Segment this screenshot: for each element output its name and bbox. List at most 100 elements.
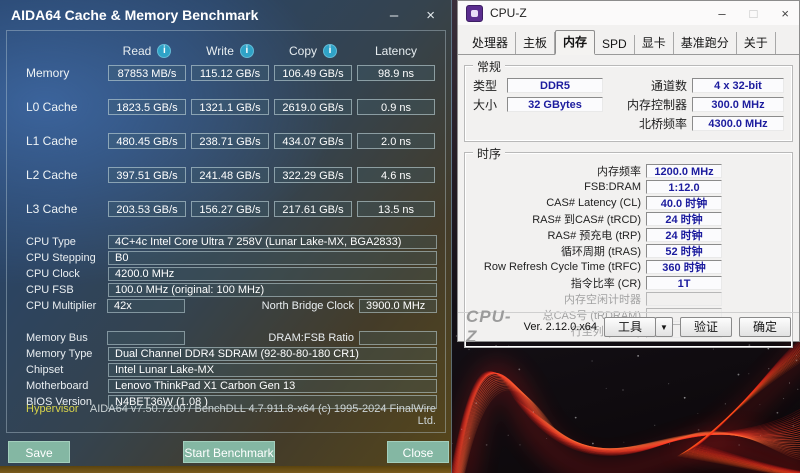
- info-row-cpu-type: CPU Type 4C+4c Intel Core Ultra 7 258V (…: [15, 235, 437, 249]
- hypervisor-row: Hypervisor AIDA64 v7.50.7200 / BenchDLL …: [26, 403, 436, 427]
- general-legend: 常规: [473, 58, 505, 75]
- screenshot-stage: AIDA64 Cache & Memory Benchmark – × Read…: [0, 0, 800, 473]
- cpuz-tab-bar: 处理器 主板 内存 SPD 显卡 基准跑分 关于: [458, 25, 799, 55]
- north-bridge-clock-value: 3900.0 MHz: [359, 299, 437, 313]
- info-label: CPU Stepping: [15, 252, 103, 264]
- bench-value: 1321.1 GB/s: [191, 99, 269, 115]
- timing-row: CAS# Latency (CL) 40.0 时钟: [473, 196, 784, 210]
- channels-value: 4 x 32-bit: [692, 78, 784, 93]
- bench-row-label: L0 Cache: [15, 100, 103, 114]
- save-button[interactable]: Save: [8, 441, 70, 463]
- cpuz-app-icon: [466, 5, 483, 22]
- bench-row-l0: L0 Cache 1823.5 GB/s 1321.1 GB/s 2619.0 …: [15, 99, 437, 115]
- info-value: Intel Lunar Lake-MX: [108, 363, 437, 377]
- cpuz-footer: CPU-Z Ver. 2.12.0.x64 工具 ▼ 验证 确定: [458, 312, 799, 341]
- info-value: 42x: [107, 299, 185, 313]
- timing-label: 循环周期 (tRAS): [473, 243, 641, 259]
- tab-mainboard[interactable]: 主板: [516, 32, 555, 54]
- column-write: Write i: [191, 44, 269, 58]
- bench-value: 2.0 ns: [357, 133, 435, 149]
- nb-frequency-label: 北桥频率: [613, 115, 687, 132]
- bench-value: 106.49 GB/s: [274, 65, 352, 81]
- close-icon[interactable]: ×: [426, 8, 435, 23]
- tab-graphics[interactable]: 显卡: [635, 32, 674, 54]
- channels-row: 通道数 4 x 32-bit: [613, 77, 784, 94]
- aida64-content-frame: Read i Write i Copy i Latency Memory 878…: [6, 30, 446, 433]
- controller-value: 300.0 MHz: [692, 97, 784, 112]
- dram-fsb-ratio-label: DRAM:FSB Ratio: [190, 332, 354, 344]
- info-icon[interactable]: i: [323, 44, 337, 58]
- controller-label: 内存控制器: [613, 96, 687, 113]
- timing-value: 1:12.0: [646, 180, 722, 194]
- bottom-bezel-strip: [0, 466, 451, 473]
- bench-value: 1823.5 GB/s: [108, 99, 186, 115]
- column-read: Read i: [108, 44, 186, 58]
- tools-dropdown-icon[interactable]: ▼: [655, 317, 673, 337]
- maximize-icon: □: [750, 7, 758, 20]
- info-row-cpu-clock: CPU Clock 4200.0 MHz: [15, 267, 437, 281]
- nb-frequency-value: 4300.0 MHz: [692, 116, 784, 131]
- bench-value: 322.29 GB/s: [274, 167, 352, 183]
- size-value: 32 GBytes: [507, 97, 603, 112]
- info-value: 100.0 MHz (original: 100 MHz): [108, 283, 437, 297]
- timing-value: 52 时钟: [646, 244, 722, 258]
- timing-row: RAS# 到CAS# (tRCD) 24 时钟: [473, 212, 784, 226]
- info-row-cpu-fsb: CPU FSB 100.0 MHz (original: 100 MHz): [15, 283, 437, 297]
- timing-row: Row Refresh Cycle Time (tRFC) 360 时钟: [473, 260, 784, 274]
- info-label: CPU FSB: [15, 284, 103, 296]
- tab-memory[interactable]: 内存: [555, 30, 595, 55]
- minimize-icon[interactable]: –: [390, 8, 398, 23]
- bench-value: 115.12 GB/s: [191, 65, 269, 81]
- info-icon[interactable]: i: [157, 44, 171, 58]
- info-label: Memory Type: [15, 348, 103, 360]
- column-read-label: Read: [123, 44, 152, 58]
- info-row-cpu-stepping: CPU Stepping B0: [15, 251, 437, 265]
- bench-row-label: L3 Cache: [15, 202, 103, 216]
- close-button[interactable]: Close: [387, 441, 449, 463]
- tab-processor[interactable]: 处理器: [465, 32, 516, 54]
- bench-value: 217.61 GB/s: [274, 201, 352, 217]
- timing-label: 指令比率 (CR): [473, 275, 641, 291]
- tab-about[interactable]: 关于: [737, 32, 776, 54]
- hypervisor-label: Hypervisor: [26, 403, 79, 415]
- bench-value: 98.9 ns: [357, 65, 435, 81]
- timing-value: 360 时钟: [646, 260, 722, 274]
- aida64-window: AIDA64 Cache & Memory Benchmark – × Read…: [0, 0, 452, 473]
- start-benchmark-button[interactable]: Start Benchmark: [183, 441, 275, 463]
- timings-legend: 时序: [473, 145, 505, 162]
- timing-value: 24 时钟: [646, 228, 722, 242]
- bench-row-label: L1 Cache: [15, 134, 103, 148]
- validate-button[interactable]: 验证: [680, 317, 732, 337]
- tab-spd[interactable]: SPD: [595, 35, 635, 54]
- bench-value: 397.51 GB/s: [108, 167, 186, 183]
- bench-value: 241.48 GB/s: [191, 167, 269, 183]
- info-label: CPU Clock: [15, 268, 103, 280]
- memory-size-row: 大小 32 GBytes: [473, 96, 613, 113]
- type-label: 类型: [473, 77, 507, 94]
- cpuz-logo: CPU-Z: [466, 307, 516, 347]
- nb-frequency-row: 北桥频率 4300.0 MHz: [613, 115, 784, 132]
- timing-row-disabled: 内存空闲计时器: [473, 292, 784, 306]
- info-label: CPU Multiplier: [15, 300, 102, 312]
- timing-value: 24 时钟: [646, 212, 722, 226]
- bench-value: 13.5 ns: [357, 201, 435, 217]
- tools-button[interactable]: 工具: [604, 317, 656, 337]
- bench-value: 87853 MB/s: [108, 65, 186, 81]
- timing-label: 内存空闲计时器: [473, 291, 641, 307]
- info-label: Chipset: [15, 364, 103, 376]
- close-icon[interactable]: ×: [781, 7, 789, 20]
- memory-type-row: 类型 DDR5: [473, 77, 613, 94]
- timing-value: 1T: [646, 276, 722, 290]
- tab-bench[interactable]: 基准跑分: [674, 32, 737, 54]
- info-icon[interactable]: i: [240, 44, 254, 58]
- info-row-chipset: Chipset Intel Lunar Lake-MX: [15, 363, 437, 377]
- ok-button[interactable]: 确定: [739, 317, 791, 337]
- info-label: Motherboard: [15, 380, 103, 392]
- info-label: Memory Bus: [15, 332, 102, 344]
- minimize-icon[interactable]: –: [718, 7, 725, 20]
- column-copy: Copy i: [274, 44, 352, 58]
- timing-row: 内存频率 1200.0 MHz: [473, 164, 784, 178]
- info-value: Lenovo ThinkPad X1 Carbon Gen 13: [108, 379, 437, 393]
- info-row-cpu-multiplier: CPU Multiplier 42x North Bridge Clock 39…: [15, 299, 437, 313]
- memory-bus-value: [107, 331, 185, 345]
